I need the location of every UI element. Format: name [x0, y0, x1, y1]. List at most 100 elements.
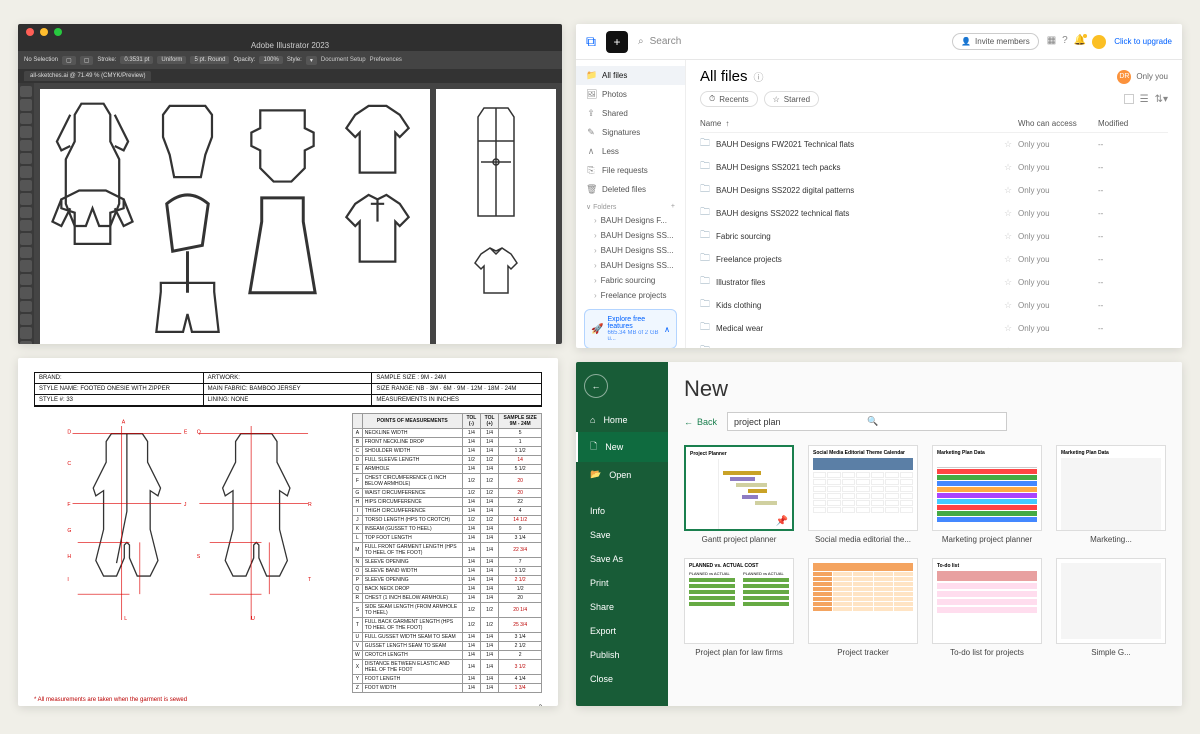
- style-value[interactable]: ▾: [306, 56, 317, 65]
- star-button[interactable]: ☆: [1004, 139, 1018, 150]
- gradient-tool[interactable]: [20, 287, 32, 298]
- template-card[interactable]: Marketing Plan Data Marketing...: [1056, 445, 1166, 544]
- star-button[interactable]: ☆: [1004, 208, 1018, 219]
- table-row[interactable]: 🗀Print designs ☆ Only you --: [700, 340, 1168, 348]
- dropbox-logo-icon[interactable]: ⧉: [586, 33, 596, 50]
- star-button[interactable]: ☆: [1004, 346, 1018, 348]
- sidebar-item-shared[interactable]: ⇪Shared: [576, 104, 685, 123]
- create-button[interactable]: +: [606, 31, 628, 53]
- preferences-link[interactable]: Preferences: [370, 57, 402, 63]
- nav-export[interactable]: Export: [576, 619, 668, 643]
- curvature-tool[interactable]: [20, 126, 32, 137]
- folders-header[interactable]: ∨ Folders+: [576, 199, 685, 213]
- document-setup-link[interactable]: Document Setup: [321, 57, 366, 63]
- nav-close[interactable]: Close: [576, 667, 668, 691]
- rotate-tool[interactable]: [20, 220, 32, 231]
- stroke-swatch[interactable]: ▢: [80, 56, 94, 65]
- promo-card[interactable]: 🚀Explore free features665.34 MB of 2 GB …: [584, 309, 677, 348]
- sort-icon[interactable]: ⇅▾: [1155, 94, 1168, 105]
- sidebar-item-photos[interactable]: 🖼Photos: [576, 85, 685, 104]
- table-row[interactable]: 🗀BAUH Designs SS2021 tech packs ☆ Only y…: [700, 156, 1168, 179]
- recents-chip[interactable]: ⏱Recents: [700, 91, 758, 107]
- sidebar-folder[interactable]: ›BAUH Designs SS...: [576, 258, 685, 273]
- sidebar-item-file-requests[interactable]: ⎘File requests: [576, 161, 685, 180]
- star-button[interactable]: ☆: [1004, 231, 1018, 242]
- star-button[interactable]: ☆: [1004, 323, 1018, 334]
- shape-builder-tool[interactable]: [20, 274, 32, 285]
- table-row[interactable]: 🗀Fabric sourcing ☆ Only you --: [700, 225, 1168, 248]
- artboard-tool[interactable]: [20, 314, 32, 325]
- star-button[interactable]: ☆: [1004, 162, 1018, 173]
- eraser-tool[interactable]: [20, 207, 32, 218]
- sidebar-folder[interactable]: ›Freelance projects: [576, 288, 685, 303]
- modified-header[interactable]: Modified: [1098, 119, 1168, 128]
- sidebar-folder[interactable]: ›BAUH Designs SS...: [576, 243, 685, 258]
- add-folder-icon[interactable]: +: [671, 203, 675, 211]
- starred-chip[interactable]: ☆Starred: [764, 91, 819, 107]
- sidebar-folder[interactable]: ›BAUH Designs SS...: [576, 228, 685, 243]
- sidebar-item-all-files[interactable]: 📁All files: [576, 66, 685, 85]
- template-card[interactable]: Social Media Editorial Theme Calendar So…: [808, 445, 918, 544]
- eyedropper-tool[interactable]: [20, 301, 32, 312]
- scale-tool[interactable]: [20, 233, 32, 244]
- sidebar-item-less[interactable]: ∧Less: [576, 142, 685, 161]
- sidebar-item-signatures[interactable]: ✎Signatures: [576, 123, 685, 142]
- free-transform-tool[interactable]: [20, 260, 32, 271]
- pin-icon[interactable]: 📌: [776, 516, 788, 527]
- template-card[interactable]: Project tracker: [808, 558, 918, 657]
- checkbox-icon[interactable]: [1124, 94, 1134, 104]
- nav-save[interactable]: Save: [576, 523, 668, 547]
- nav-info[interactable]: Info: [576, 499, 668, 523]
- brush-definition[interactable]: 5 pt. Round: [190, 56, 229, 64]
- zoom-tool[interactable]: [20, 341, 32, 344]
- opacity-value[interactable]: 100%: [259, 56, 282, 64]
- star-button[interactable]: ☆: [1004, 185, 1018, 196]
- type-tool[interactable]: [20, 140, 32, 151]
- brush-tool[interactable]: [20, 180, 32, 191]
- info-icon[interactable]: ⓘ: [754, 69, 764, 84]
- nav-publish[interactable]: Publish: [576, 643, 668, 667]
- sidebar-item-deleted-files[interactable]: 🗑Deleted files: [576, 180, 685, 199]
- fill-swatch[interactable]: ▢: [62, 56, 76, 65]
- table-row[interactable]: 🗀Freelance projects ☆ Only you --: [700, 248, 1168, 271]
- stroke-profile[interactable]: Uniform: [157, 56, 186, 64]
- nav-open[interactable]: 📂Open: [576, 462, 668, 487]
- canvas[interactable]: [34, 83, 562, 344]
- name-header[interactable]: Name: [700, 119, 721, 128]
- notifications-icon[interactable]: 🔔: [1074, 35, 1086, 49]
- template-card[interactable]: To-do list To-do list for projects: [932, 558, 1042, 657]
- nav-save-as[interactable]: Save As: [576, 547, 668, 571]
- pen-tool[interactable]: [20, 113, 32, 124]
- table-row[interactable]: 🗀BAUH Designs FW2021 Technical flats ☆ O…: [700, 133, 1168, 156]
- invite-members-button[interactable]: 👤 Invite members: [952, 33, 1039, 50]
- nav-new[interactable]: 🗋New: [576, 432, 668, 462]
- table-row[interactable]: 🗀Illustrator files ☆ Only you --: [700, 271, 1168, 294]
- table-row[interactable]: 🗀Kids clothing ☆ Only you --: [700, 294, 1168, 317]
- stroke-weight[interactable]: 0.3531 pt: [120, 56, 153, 64]
- template-card[interactable]: Marketing Plan Data Marketing project pl…: [932, 445, 1042, 544]
- sidebar-folder[interactable]: ›BAUH Designs F...: [576, 213, 685, 228]
- list-view-icon[interactable]: ☰: [1140, 94, 1149, 105]
- shaper-tool[interactable]: [20, 193, 32, 204]
- template-card[interactable]: Project Planner 📌 Gantt project planner: [684, 445, 794, 544]
- access-header[interactable]: Who can access: [1018, 119, 1098, 128]
- width-tool[interactable]: [20, 247, 32, 258]
- window-controls[interactable]: [18, 24, 562, 40]
- template-card[interactable]: Simple G...: [1056, 558, 1166, 657]
- help-icon[interactable]: ?: [1062, 35, 1068, 49]
- template-search[interactable]: project plan 🔍: [727, 412, 1007, 431]
- star-button[interactable]: ☆: [1004, 300, 1018, 311]
- table-row[interactable]: 🗀Medical wear ☆ Only you --: [700, 317, 1168, 340]
- sidebar-folder[interactable]: ›Fabric sourcing: [576, 273, 685, 288]
- line-tool[interactable]: [20, 153, 32, 164]
- star-button[interactable]: ☆: [1004, 254, 1018, 265]
- avatar[interactable]: [1092, 35, 1106, 49]
- selection-tool[interactable]: [20, 86, 32, 97]
- star-button[interactable]: ☆: [1004, 277, 1018, 288]
- template-card[interactable]: PLANNED vs. ACTUAL COST PLANNED vs ACTUA…: [684, 558, 794, 657]
- nav-home[interactable]: ⌂Home: [576, 408, 668, 432]
- apps-icon[interactable]: ▦: [1047, 35, 1056, 49]
- upgrade-link[interactable]: Click to upgrade: [1114, 37, 1172, 46]
- nav-share[interactable]: Share: [576, 595, 668, 619]
- back-button[interactable]: ←: [584, 374, 608, 398]
